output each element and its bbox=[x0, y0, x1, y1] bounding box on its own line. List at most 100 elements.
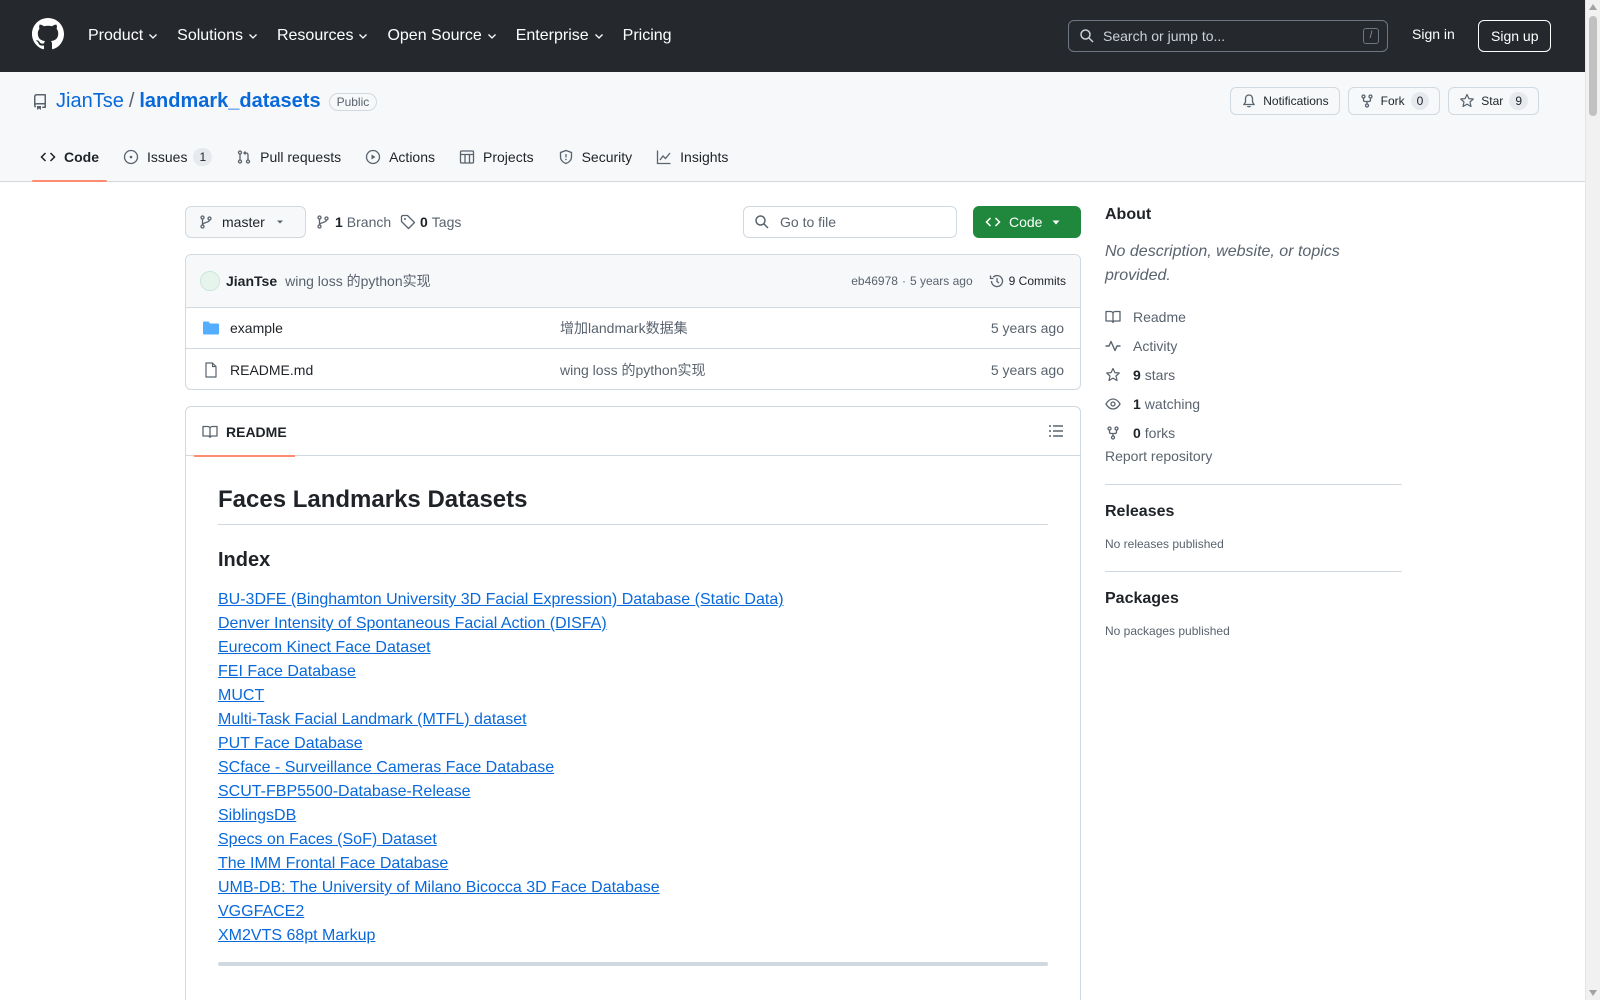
tab-label: Actions bbox=[389, 149, 436, 165]
shield-icon bbox=[559, 149, 572, 165]
commits-link[interactable]: 9 Commits bbox=[989, 273, 1066, 289]
tags-link[interactable]: 0 Tags bbox=[400, 214, 461, 230]
commit-message[interactable]: wing loss 的python实现 bbox=[285, 271, 431, 291]
avatar[interactable] bbox=[200, 271, 220, 291]
dataset-link[interactable]: SCUT-FBP5500-Database-Release bbox=[218, 780, 1048, 804]
forks-count: 0 bbox=[1133, 424, 1141, 441]
repo-owner-link[interactable]: JianTse bbox=[56, 90, 124, 113]
tab-projects[interactable]: Projects bbox=[451, 134, 542, 180]
report-repository-link[interactable]: Report repository bbox=[1105, 448, 1402, 464]
bell-icon bbox=[1243, 94, 1256, 108]
commit-hash[interactable]: eb46978 bbox=[851, 274, 898, 288]
file-date: 5 years ago bbox=[990, 320, 1064, 336]
code-dropdown-button[interactable]: Code bbox=[973, 206, 1081, 238]
dataset-link[interactable]: Multi-Task Facial Landmark (MTFL) datase… bbox=[218, 708, 1048, 732]
chevron-down-icon bbox=[249, 34, 257, 39]
nav-solutions[interactable]: Solutions bbox=[177, 27, 259, 45]
dataset-link[interactable]: SiblingsDB bbox=[218, 804, 1048, 828]
tag-count: 0 bbox=[420, 214, 428, 230]
file-commit-message[interactable]: wing loss 的python实现 bbox=[560, 360, 706, 380]
scrollbar-thumb[interactable] bbox=[1589, 16, 1597, 116]
branches-link[interactable]: 1 Branch bbox=[315, 214, 391, 230]
activity-link[interactable]: Activity bbox=[1105, 331, 1402, 360]
dataset-link[interactable]: SCface - Surveillance Cameras Face Datab… bbox=[218, 756, 1048, 780]
repo-name-link[interactable]: landmark_datasets bbox=[139, 90, 320, 113]
releases-title[interactable]: Releases bbox=[1105, 503, 1402, 521]
scroll-down-arrow-icon[interactable] bbox=[1589, 990, 1597, 996]
pulse-icon bbox=[1105, 340, 1121, 351]
dataset-link[interactable]: The IMM Frontal Face Database bbox=[218, 852, 1048, 876]
readme-title: Faces Landmarks Datasets bbox=[218, 486, 1048, 525]
dataset-link[interactable]: UMB-DB: The University of Milano Bicocca… bbox=[218, 876, 1048, 900]
chevron-down-icon bbox=[149, 34, 158, 39]
commit-author[interactable]: JianTse bbox=[226, 273, 277, 289]
tab-label: Insights bbox=[680, 149, 729, 165]
github-logo-icon[interactable] bbox=[32, 18, 64, 50]
scroll-up-arrow-icon[interactable] bbox=[1589, 4, 1597, 10]
search-icon bbox=[755, 215, 769, 229]
repo-header: JianTse / landmark_datasets Public Notif… bbox=[0, 72, 1585, 182]
about-sidebar: About No description, website, or topics… bbox=[1105, 206, 1402, 638]
chevron-down-icon bbox=[487, 34, 496, 39]
tab-code[interactable]: Code bbox=[32, 134, 107, 182]
dataset-link[interactable]: PUT Face Database bbox=[218, 732, 1048, 756]
dataset-link[interactable]: MUCT bbox=[218, 684, 1048, 708]
notifications-button[interactable]: Notifications bbox=[1230, 87, 1340, 115]
readme-tab[interactable]: README bbox=[194, 407, 295, 457]
readme-link[interactable]: Readme bbox=[1105, 302, 1402, 331]
go-to-file-input[interactable]: Go to file bbox=[743, 206, 957, 238]
list-outline-icon[interactable] bbox=[1048, 423, 1064, 439]
tab-issues[interactable]: Issues 1 bbox=[115, 134, 220, 180]
readme-panel: README Faces Landmarks Datasets Index BU… bbox=[185, 406, 1081, 1000]
tab-pull-requests[interactable]: Pull requests bbox=[228, 134, 349, 180]
nav-label: Enterprise bbox=[515, 27, 589, 44]
global-search-input[interactable]: Search or jump to... / bbox=[1068, 20, 1388, 52]
repo-tabs: Code Issues 1 Pull requests Actions Proj… bbox=[32, 134, 744, 182]
nav-pricing[interactable]: Pricing bbox=[623, 27, 672, 45]
packages-title[interactable]: Packages bbox=[1105, 590, 1402, 608]
branch-selector[interactable]: master bbox=[185, 206, 306, 238]
repo-actions: Notifications Fork 0 Star 9 bbox=[1222, 87, 1539, 115]
dataset-link[interactable]: Specs on Faces (SoF) Dataset bbox=[218, 828, 1048, 852]
graph-icon bbox=[657, 150, 671, 165]
watching-link[interactable]: 1 watching bbox=[1105, 389, 1402, 418]
stars-count: 9 bbox=[1133, 366, 1141, 383]
stars-link[interactable]: 9 stars bbox=[1105, 360, 1402, 389]
dataset-link[interactable]: VGGFACE2 bbox=[218, 900, 1048, 924]
dataset-link[interactable]: Denver Intensity of Spontaneous Facial A… bbox=[218, 612, 1048, 636]
nav-label: Solutions bbox=[177, 27, 243, 44]
dataset-link[interactable]: BU-3DFE (Binghamton University 3D Facial… bbox=[218, 588, 1048, 612]
file-icon bbox=[205, 361, 217, 378]
dataset-link[interactable]: XM2VTS 68pt Markup bbox=[218, 924, 1048, 948]
star-button[interactable]: Star 9 bbox=[1448, 87, 1539, 115]
commit-age: 5 years ago bbox=[909, 274, 973, 288]
sign-in-link[interactable]: Sign in bbox=[1412, 26, 1455, 42]
file-row[interactable]: README.md wing loss 的python实现 5 years ag… bbox=[186, 349, 1080, 389]
tab-actions[interactable]: Actions bbox=[357, 134, 443, 180]
forks-label: forks bbox=[1144, 424, 1176, 441]
file-row[interactable]: example 增加landmark数据集 5 years ago bbox=[186, 308, 1080, 349]
tab-insights[interactable]: Insights bbox=[648, 134, 736, 180]
dataset-link[interactable]: FEI Face Database bbox=[218, 660, 1048, 684]
page-scrollbar[interactable] bbox=[1585, 0, 1600, 1000]
nav-resources[interactable]: Resources bbox=[277, 27, 369, 45]
file-name[interactable]: README.md bbox=[230, 362, 313, 378]
readme-header: README bbox=[186, 407, 1080, 457]
forks-link[interactable]: 0 forks bbox=[1105, 418, 1402, 447]
file-commit-message[interactable]: 增加landmark数据集 bbox=[560, 318, 688, 338]
file-name[interactable]: example bbox=[230, 320, 283, 336]
code-icon bbox=[985, 217, 1001, 227]
commit-dot: · bbox=[901, 274, 906, 288]
dataset-link[interactable]: Eurecom Kinect Face Dataset bbox=[218, 636, 1048, 660]
sign-up-button[interactable]: Sign up bbox=[1478, 20, 1552, 52]
star-count: 9 bbox=[1509, 92, 1528, 110]
eye-icon bbox=[1105, 397, 1121, 410]
tab-security[interactable]: Security bbox=[550, 134, 641, 180]
releases-empty: No releases published bbox=[1105, 537, 1224, 551]
nav-enterprise[interactable]: Enterprise bbox=[516, 27, 605, 45]
nav-product[interactable]: Product bbox=[88, 27, 159, 45]
nav-open-source[interactable]: Open Source bbox=[387, 27, 497, 45]
divider bbox=[1105, 484, 1402, 485]
about-title: About bbox=[1105, 206, 1152, 223]
fork-button[interactable]: Fork 0 bbox=[1347, 87, 1441, 115]
